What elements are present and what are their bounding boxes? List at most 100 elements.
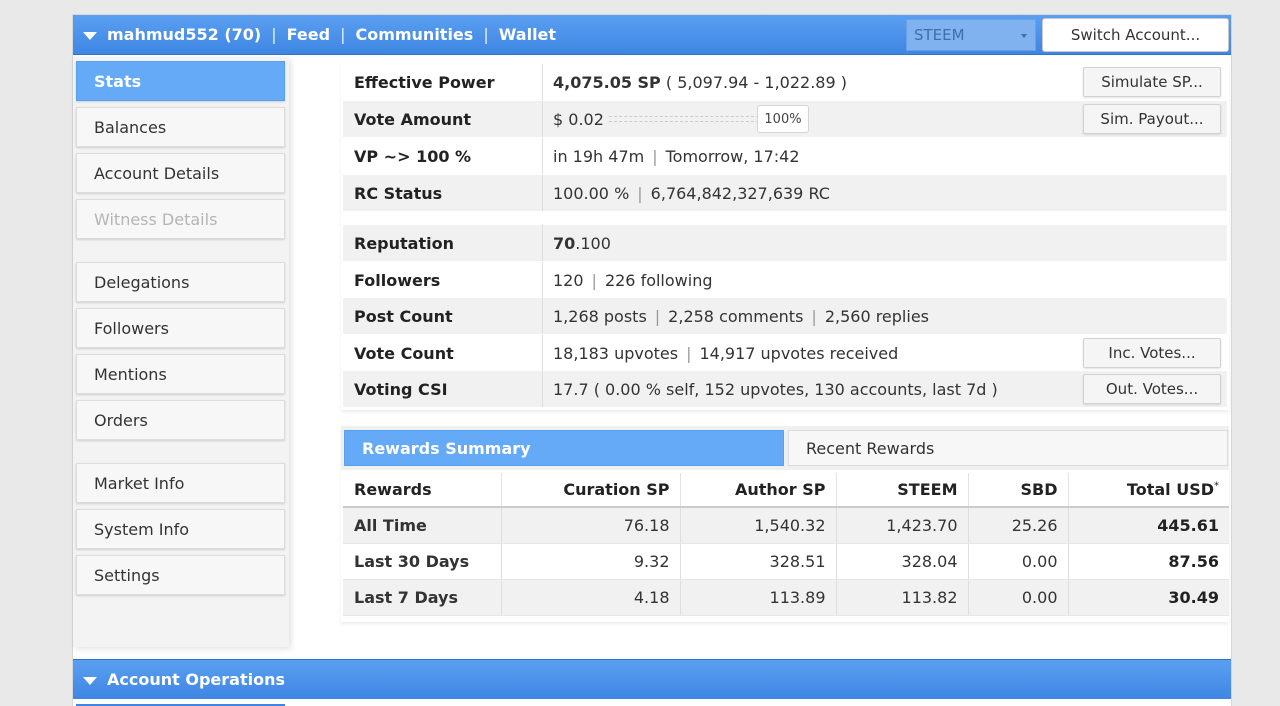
stats-table: Effective Power 4,075.05 SP ( 5,097.94 -… — [341, 62, 1229, 410]
header-separator: | — [271, 25, 277, 44]
tab-recent-rewards[interactable]: Recent Rewards — [788, 430, 1228, 466]
table-row: Last 30 Days 9.32 328.51 328.04 0.00 87.… — [343, 543, 1229, 580]
stats-label: Vote Amount — [343, 101, 543, 137]
vote-weight-slider[interactable] — [609, 116, 759, 122]
sidebar-item-stats[interactable]: Stats — [76, 61, 285, 101]
rc-percent: 100.00 % — [553, 183, 630, 203]
author-sp: 328.51 — [680, 543, 837, 580]
value-separator: | — [654, 306, 661, 326]
column-header-rewards: Rewards — [343, 473, 502, 508]
vp-eta: Tomorrow, 17:42 — [665, 146, 800, 166]
sidebar-item-balances[interactable]: Balances — [76, 107, 285, 147]
stats-row-effective-power: Effective Power 4,075.05 SP ( 5,097.94 -… — [343, 64, 1227, 100]
author-sp: 1,540.32 — [680, 507, 837, 544]
effective-power-breakdown: ( 5,097.94 - 1,022.89 ) — [660, 72, 847, 92]
stats-label: Vote Count — [343, 335, 543, 371]
sidebar-item-followers[interactable]: Followers — [76, 308, 285, 348]
stats-value: in 19h 47m | Tomorrow, 17:42 — [543, 147, 800, 166]
stats-value: 70.100 — [543, 234, 611, 253]
account-operations-title: Account Operations — [107, 670, 285, 689]
comments-count: 2,258 comments — [668, 306, 804, 326]
stats-label: Post Count — [343, 298, 543, 334]
sbd: 0.00 — [968, 543, 1069, 580]
effective-power-sp: 4,075.05 SP — [553, 72, 661, 92]
sidebar-item-mentions[interactable]: Mentions — [76, 354, 285, 394]
curation-sp: 9.32 — [501, 543, 681, 580]
simulate-sp-button[interactable]: Simulate SP... — [1083, 67, 1221, 97]
rewards-table: Rewards Curation SP Author SP STEEM SBD … — [343, 473, 1229, 616]
sbd: 25.26 — [968, 507, 1069, 544]
curation-sp: 76.18 — [501, 507, 681, 544]
token-select-value: STEEM — [914, 26, 965, 44]
stats-row-vp: VP ~> 100 % in 19h 47m | Tomorrow, 17:42 — [343, 138, 1227, 174]
communities-link[interactable]: Communities — [355, 25, 473, 44]
column-header-curation-sp: Curation SP — [501, 473, 681, 508]
reputation-decimal: .100 — [575, 233, 611, 253]
sidebar-item-system-info[interactable]: System Info — [76, 509, 285, 549]
stats-row-vote-amount: Vote Amount $ 0.02 100% Sim. Payout... — [343, 101, 1227, 137]
chevron-down-icon — [1021, 34, 1027, 38]
rewards-tabbar: Rewards Summary Recent Rewards — [341, 426, 1229, 470]
stats-value: 100.00 % | 6,764,842,327,639 RC — [543, 184, 830, 203]
upvotes-count: 18,183 upvotes — [553, 343, 679, 363]
stats-label: Followers — [343, 262, 543, 298]
rewards-header-row: Rewards Curation SP Author SP STEEM SBD … — [343, 473, 1229, 508]
sbd: 0.00 — [968, 579, 1069, 616]
rewards-period: All Time — [343, 507, 502, 544]
rc-amount: 6,764,842,327,639 RC — [650, 183, 830, 203]
account-panel: mahmud552 (70) | Feed | Communities | Wa… — [72, 14, 1232, 706]
stats-label: Voting CSI — [343, 371, 543, 407]
sidebar-item-delegations[interactable]: Delegations — [76, 262, 285, 302]
stats-row-followers: Followers 120 | 226 following — [343, 262, 1227, 298]
stats-label: RC Status — [343, 175, 543, 211]
column-header-steem: STEEM — [836, 473, 969, 508]
column-header-author-sp: Author SP — [680, 473, 837, 508]
inc-votes-button[interactable]: Inc. Votes... — [1083, 338, 1221, 368]
sidebar-item-account-details[interactable]: Account Details — [76, 153, 285, 193]
replies-count: 2,560 replies — [824, 306, 929, 326]
feed-link[interactable]: Feed — [287, 25, 330, 44]
rewards-period: Last 30 Days — [343, 543, 502, 580]
stats-label: VP ~> 100 % — [343, 138, 543, 174]
reputation-int: 70 — [553, 233, 576, 253]
sidebar-item-witness-details: Witness Details — [76, 199, 285, 239]
sidebar-item-market-info[interactable]: Market Info — [76, 463, 285, 503]
collapse-triangle-icon[interactable] — [83, 676, 97, 685]
header-separator: | — [340, 25, 346, 44]
stats-label: Effective Power — [343, 64, 543, 100]
stats-row-vote-count: Vote Count 18,183 upvotes | 14,917 upvot… — [343, 335, 1227, 371]
vote-weight-handle[interactable]: 100% — [757, 105, 809, 133]
sidebar-item-orders[interactable]: Orders — [76, 400, 285, 440]
vp-time: in 19h 47m — [553, 146, 645, 166]
tab-rewards-summary[interactable]: Rewards Summary — [344, 430, 784, 466]
out-votes-button[interactable]: Out. Votes... — [1083, 374, 1221, 404]
token-select[interactable]: STEEM — [906, 19, 1036, 51]
following-count: 226 following — [604, 270, 713, 290]
vote-amount-value: $ 0.02 — [553, 109, 604, 129]
total-usd-footnote-mark: * — [1214, 480, 1219, 492]
stats-row-reputation: Reputation 70.100 — [343, 225, 1227, 261]
value-separator: | — [591, 270, 597, 290]
sim-payout-button[interactable]: Sim. Payout... — [1083, 104, 1221, 134]
column-header-total-usd: Total USD* — [1068, 473, 1229, 508]
stats-row-voting-csi: Voting CSI 17.7 ( 0.00 % self, 152 upvot… — [343, 371, 1227, 407]
account-header-bar: mahmud552 (70) | Feed | Communities | Wa… — [73, 15, 1231, 55]
value-separator: | — [637, 183, 643, 203]
sidebar-item-settings[interactable]: Settings — [76, 555, 285, 595]
voting-csi-value: 17.7 ( 0.00 % self, 152 upvotes, 130 acc… — [553, 379, 998, 399]
value-separator: | — [686, 343, 692, 363]
account-operations-bar[interactable]: Account Operations — [73, 659, 1231, 699]
account-name-link[interactable]: mahmud552 (70) — [107, 25, 261, 44]
followers-count: 120 — [553, 270, 584, 290]
rewards-period: Last 7 Days — [343, 579, 502, 616]
wallet-link[interactable]: Wallet — [499, 25, 556, 44]
stats-label: Reputation — [343, 225, 543, 261]
column-header-sbd: SBD — [968, 473, 1069, 508]
sidebar: Stats Balances Account Details Witness D… — [73, 57, 289, 647]
table-row: Last 7 Days 4.18 113.89 113.82 0.00 30.4… — [343, 579, 1229, 616]
curation-sp: 4.18 — [501, 579, 681, 616]
steem: 328.04 — [836, 543, 969, 580]
stats-value: 120 | 226 following — [543, 271, 713, 290]
switch-account-button[interactable]: Switch Account... — [1042, 18, 1229, 52]
collapse-triangle-icon[interactable] — [83, 31, 97, 40]
